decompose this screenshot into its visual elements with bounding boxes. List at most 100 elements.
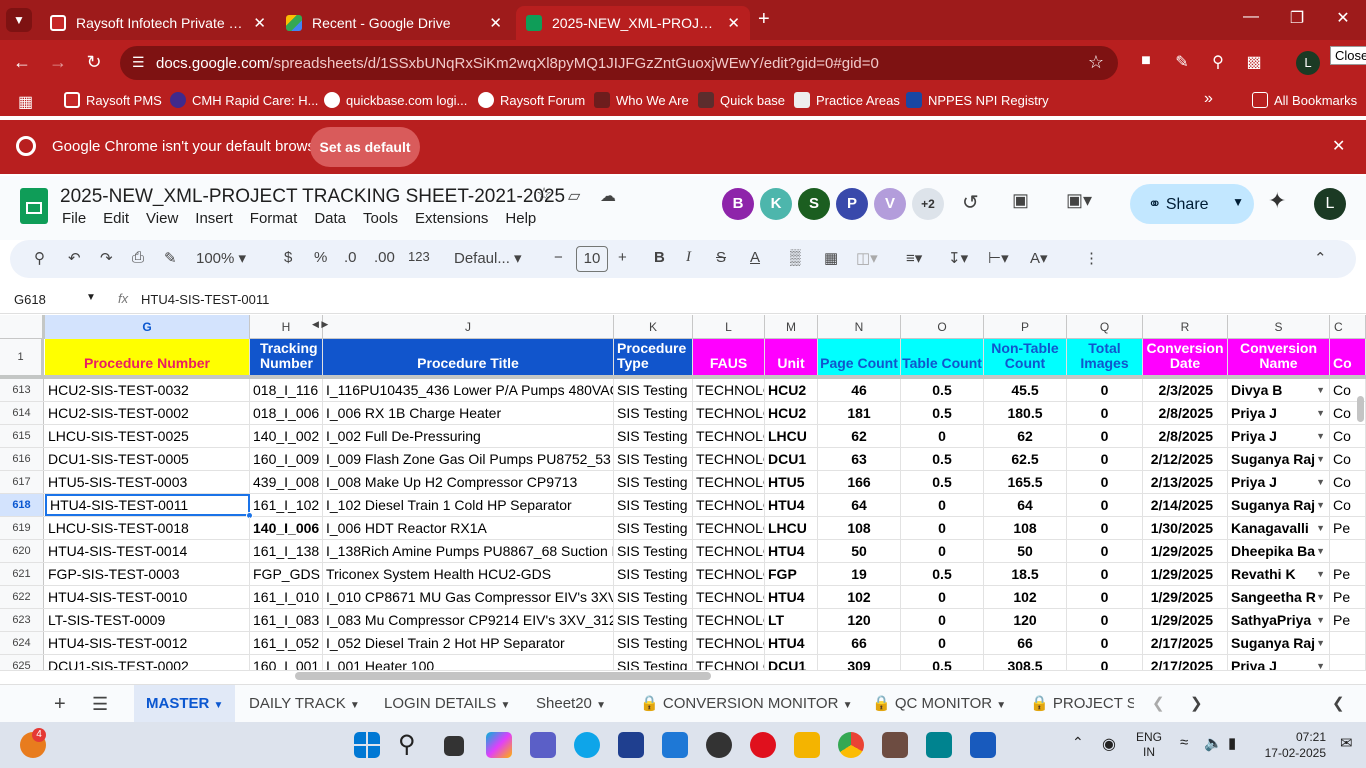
italic-icon[interactable]: I	[686, 249, 691, 266]
fill-color-icon[interactable]: ▒	[790, 249, 801, 266]
sheet-tab-conversion-monitor[interactable]: 🔒 CONVERSION MONITOR ▼	[640, 685, 853, 723]
chrome-taskbar-icon[interactable]	[838, 732, 864, 758]
cell-faus[interactable]: TECHNOLOG	[693, 402, 765, 424]
cell-faus[interactable]: TECHNOLOG	[693, 632, 765, 654]
cell-unit[interactable]: HTU4	[765, 540, 818, 562]
cell-conversion-date[interactable]: 2/14/2025	[1143, 494, 1228, 516]
menu-extensions[interactable]: Extensions	[415, 210, 488, 227]
cell-procedure-type[interactable]: SIS Testing	[614, 448, 693, 470]
bookmark-quick-base[interactable]: Quick base	[698, 92, 785, 108]
cell-table-count[interactable]: 0	[901, 425, 984, 447]
cell-status[interactable]: Pe	[1330, 563, 1366, 585]
cell-page-count[interactable]: 120	[818, 609, 901, 631]
cell-procedure-number[interactable]: LHCU-SIS-TEST-0018	[45, 517, 250, 539]
cell-unit[interactable]: HTU4	[765, 586, 818, 608]
cell-total-images[interactable]: 0	[1067, 563, 1143, 585]
cell-non-table-count[interactable]: 64	[984, 494, 1067, 516]
chevron-down-icon[interactable]: ▼	[500, 700, 510, 711]
cell-tracking-number[interactable]: 018_I_116	[250, 379, 323, 401]
infobar-close-icon[interactable]: ✕	[1332, 136, 1345, 156]
bookmark-practice-areas[interactable]: Practice Areas	[794, 92, 900, 108]
file-explorer-icon[interactable]	[794, 732, 820, 758]
menu-file[interactable]: File	[62, 210, 86, 227]
chevron-down-icon[interactable]: ▼	[843, 700, 853, 711]
clock[interactable]: 07:21 17-02-2025	[1256, 729, 1326, 761]
maximize-button[interactable]: ❐	[1274, 8, 1320, 28]
dropdown-icon[interactable]: ▼	[1316, 517, 1325, 539]
sheet-tab-project-summary[interactable]: 🔒 PROJECT SU	[1030, 685, 1134, 723]
add-sheet-button[interactable]: +	[54, 685, 66, 723]
cell-tracking-number[interactable]: 161_I_010	[250, 586, 323, 608]
cell-non-table-count[interactable]: 180.5	[984, 402, 1067, 424]
cell-procedure-title[interactable]: I_006 RX 1B Charge Heater	[323, 402, 614, 424]
scroll-tabs-right-icon[interactable]: ❯	[1190, 685, 1203, 723]
bookmark-quickbase-login[interactable]: quickbase.com logi...	[324, 92, 467, 108]
move-icon[interactable]: ▱	[568, 186, 580, 206]
cell-conversion-date[interactable]: 2/13/2025	[1143, 471, 1228, 493]
cell-unit[interactable]: HTU4	[765, 494, 818, 516]
cloud-status-icon[interactable]: ☁	[600, 186, 616, 206]
bold-icon[interactable]: B	[654, 249, 665, 266]
cell-non-table-count[interactable]: 62.5	[984, 448, 1067, 470]
text-rotation-icon[interactable]: A▾	[1030, 249, 1048, 267]
bookmark-who-we-are[interactable]: Who We Are	[594, 92, 689, 108]
cell-unit[interactable]: HTU5	[765, 471, 818, 493]
cell-page-count[interactable]: 62	[818, 425, 901, 447]
cell-non-table-count[interactable]: 62	[984, 425, 1067, 447]
sheet-tab-daily-track[interactable]: DAILY TRACK ▼	[249, 685, 360, 723]
increase-decimal-button[interactable]: .00	[374, 249, 395, 266]
bookmark-raysoft-pms[interactable]: Raysoft PMS	[64, 92, 162, 108]
cell-page-count[interactable]: 108	[818, 517, 901, 539]
cell-total-images[interactable]: 0	[1067, 632, 1143, 654]
column-header-j[interactable]: J	[323, 315, 614, 339]
cell-conversion-date[interactable]: 1/29/2025	[1143, 609, 1228, 631]
cell-procedure-number[interactable]: HTU5-SIS-TEST-0003	[45, 471, 250, 493]
print-icon[interactable]: ⎙	[132, 249, 144, 266]
cell-procedure-type[interactable]: SIS Testing	[614, 540, 693, 562]
column-header-q[interactable]: Q	[1067, 315, 1143, 339]
cell-page-count[interactable]: 46	[818, 379, 901, 401]
more-options-icon[interactable]: ⋮	[1084, 249, 1099, 267]
user-avatar[interactable]: L	[1314, 188, 1346, 220]
search-icon[interactable]: ⚲	[398, 730, 416, 759]
cell-conversion-name[interactable]: Kanagavalli ▼	[1228, 517, 1330, 539]
cell-procedure-number[interactable]: HCU2-SIS-TEST-0002	[45, 402, 250, 424]
cell-table-count[interactable]: 0	[901, 540, 984, 562]
task-view-icon[interactable]	[444, 736, 464, 756]
cell-procedure-number[interactable]: HTU4-SIS-TEST-0012	[45, 632, 250, 654]
sheet-tab-qc-monitor[interactable]: 🔒 QC MONITOR ▼	[872, 685, 1006, 723]
language-indicator[interactable]: ENG IN	[1136, 730, 1162, 760]
cell-procedure-type[interactable]: SIS Testing	[614, 609, 693, 631]
store-icon[interactable]	[618, 732, 644, 758]
strikethrough-icon[interactable]: S	[716, 249, 726, 266]
row-number[interactable]: 625	[0, 655, 44, 670]
column-header-k[interactable]: K	[614, 315, 693, 339]
cell-page-count[interactable]: 19	[818, 563, 901, 585]
cell-page-count[interactable]: 63	[818, 448, 901, 470]
cell-procedure-title[interactable]: I_002 Full De-Pressuring	[323, 425, 614, 447]
row-number[interactable]: 623	[0, 609, 44, 631]
cell-procedure-type[interactable]: SIS Testing	[614, 494, 693, 516]
reload-icon[interactable]: ↻	[82, 52, 106, 73]
cell-conversion-name[interactable]: Suganya Raj ▼	[1228, 494, 1330, 516]
cell-tracking-number[interactable]: FGP_GDS	[250, 563, 323, 585]
menu-view[interactable]: View	[146, 210, 178, 227]
collaborator-avatar-v[interactable]: V	[874, 188, 906, 220]
copilot-icon[interactable]	[486, 732, 512, 758]
cell-table-count[interactable]: 0.5	[901, 379, 984, 401]
dropdown-icon[interactable]: ▼	[1316, 540, 1325, 562]
horizontal-align-icon[interactable]: ≡▾	[906, 249, 922, 267]
cell-procedure-title[interactable]: I_010 CP8671 MU Gas Compressor EIV's 3XV…	[323, 586, 614, 608]
cell-non-table-count[interactable]: 308.5	[984, 655, 1067, 670]
cell-faus[interactable]: TECHNOLOG	[693, 494, 765, 516]
cell-procedure-title[interactable]: I_083 Mu Compressor CP9214 EIV's 3XV_312…	[323, 609, 614, 631]
sheet-tab-master[interactable]: MASTER ▼	[134, 685, 236, 723]
set-default-button[interactable]: Set as default	[310, 127, 420, 167]
close-icon[interactable]: ✕	[489, 14, 502, 32]
cell-status[interactable]: Co	[1330, 494, 1366, 516]
menu-data[interactable]: Data	[314, 210, 346, 227]
cell-conversion-date[interactable]: 1/29/2025	[1143, 540, 1228, 562]
currency-button[interactable]: $	[284, 249, 292, 266]
cell-total-images[interactable]: 0	[1067, 448, 1143, 470]
zoom-icon[interactable]: ⚲	[1206, 52, 1230, 72]
